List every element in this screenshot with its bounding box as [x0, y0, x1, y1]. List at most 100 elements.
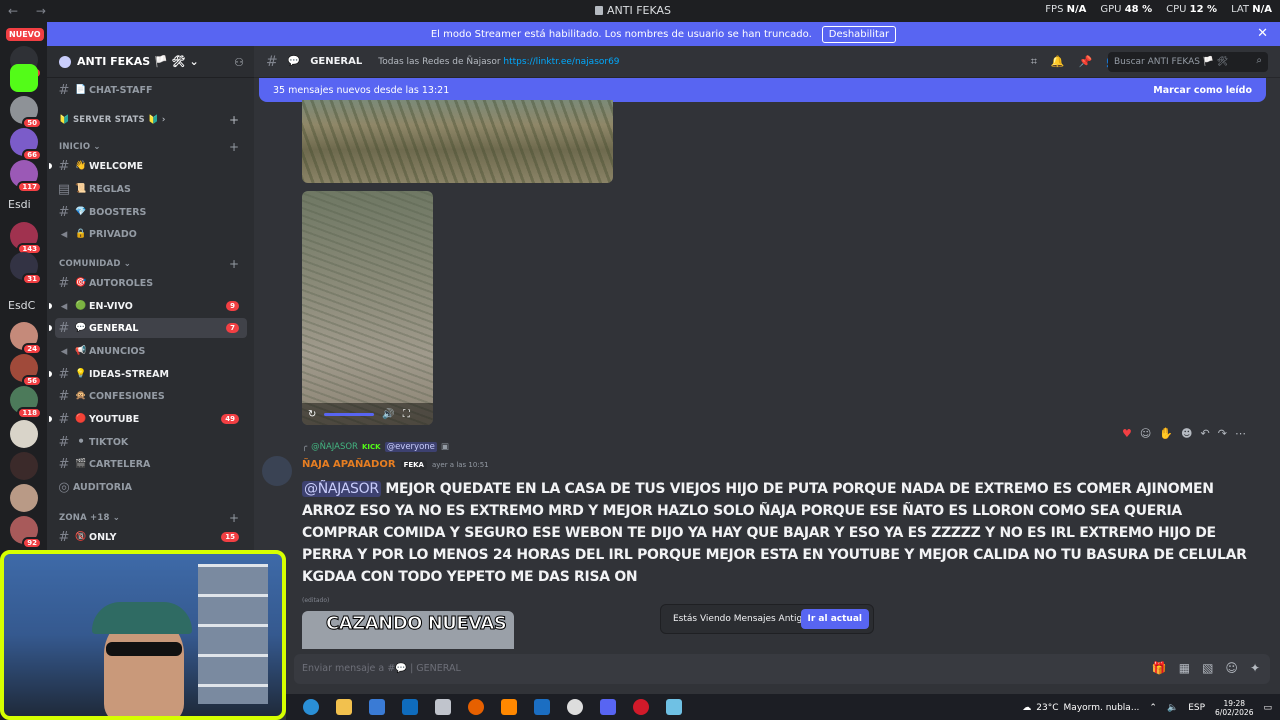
server-icon[interactable]: [10, 420, 38, 448]
clock[interactable]: 19:28 6/02/2026: [1215, 699, 1253, 717]
language-indicator[interactable]: ESP: [1188, 703, 1205, 713]
jump-to-present-button[interactable]: Ir al actual: [800, 609, 869, 629]
mark-as-read-button[interactable]: Marcar como leído: [1153, 85, 1252, 96]
pin-icon[interactable]: 📌: [1079, 55, 1093, 69]
add-channel-icon[interactable]: +: [229, 511, 239, 525]
reply-preview[interactable]: ╭ @ÑAJASOR KICK @everyone ▣: [302, 442, 449, 452]
server-header[interactable]: ANTI FEKAS 🏳️ 🛠 ⌄ ⚇: [47, 46, 254, 78]
channel-topic-link[interactable]: https://linktr.ee/najasor69: [503, 57, 619, 67]
channel-privado[interactable]: ◂ 🔒 PRIVADO: [55, 224, 247, 244]
channel-only[interactable]: # 🔞 ONLY 15: [55, 527, 247, 547]
server-icon[interactable]: 143: [10, 222, 42, 255]
reply-author[interactable]: @ÑAJASOR: [311, 442, 358, 452]
store-icon[interactable]: [369, 699, 385, 715]
message-input[interactable]: Enviar mensaje a #💬 | GENERAL 🎁 ▦ ▧ ☺ ✦: [294, 654, 1270, 684]
server-icon[interactable]: 92: [10, 516, 42, 549]
channel-general[interactable]: # 💬 GENERAL 7: [49, 318, 247, 338]
add-channel-icon[interactable]: +: [229, 140, 239, 154]
notifications-icon[interactable]: ▭: [1263, 703, 1272, 713]
search-input[interactable]: Buscar ANTI FEKAS 🏳️ 🛠 ⌕: [1108, 52, 1268, 72]
add-channel-icon[interactable]: +: [229, 257, 239, 271]
replay-icon[interactable]: ↻: [308, 409, 316, 420]
server-icon[interactable]: 56: [10, 354, 42, 387]
gift-icon[interactable]: 🎁: [1152, 661, 1167, 675]
emoji-icon[interactable]: ☺: [1225, 661, 1238, 675]
opera-icon[interactable]: [633, 699, 649, 715]
category-inicio[interactable]: INICIO ⌄ +: [59, 140, 239, 154]
chat-icon: 💬: [287, 56, 301, 67]
server-icon[interactable]: [10, 484, 38, 512]
emoji-reaction-icon[interactable]: ☺: [1140, 427, 1151, 443]
server-icon[interactable]: 50: [10, 96, 42, 129]
channel-auditoria[interactable]: ◎ AUDITORIA: [55, 477, 247, 497]
volume-icon[interactable]: 🔊: [382, 409, 394, 420]
hand-reaction-icon[interactable]: ✋: [1159, 427, 1173, 443]
channel-welcome[interactable]: # 👋 WELCOME: [49, 156, 247, 176]
vlc-icon[interactable]: [501, 699, 517, 715]
channel-en-vivo[interactable]: ◂ 🟢 EN-VIVO 9: [49, 296, 247, 316]
outlook-icon[interactable]: [402, 699, 418, 715]
forward-icon[interactable]: ↷: [1218, 427, 1227, 443]
tray-chevron-icon[interactable]: ⌃: [1149, 703, 1157, 713]
heart-reaction-icon[interactable]: ♥: [1122, 427, 1132, 443]
attachment-video[interactable]: ↻ 🔊 ⛶: [302, 191, 433, 425]
server-icon[interactable]: 24: [10, 322, 42, 355]
server-icon[interactable]: [10, 452, 38, 480]
add-reaction-icon[interactable]: ☻: [1181, 427, 1192, 443]
channel-boosters[interactable]: # 💎 BOOSTERS: [55, 202, 247, 222]
stat-fps-label: FPS: [1045, 4, 1064, 15]
server-label[interactable]: Esdi: [8, 198, 31, 211]
channel-ideas-stream[interactable]: # 💡 IDEAS-STREAM: [49, 364, 247, 384]
forward-arrow-icon[interactable]: →: [36, 4, 46, 18]
disable-streamer-button[interactable]: Deshabilitar: [821, 25, 897, 43]
add-member-icon[interactable]: ⚇: [234, 56, 244, 69]
channel-tiktok[interactable]: # ⚫ TIKTOK: [55, 432, 247, 452]
channel-youtube[interactable]: # 🔴 YOUTUBE 49: [49, 409, 247, 429]
kick-server-icon[interactable]: [10, 64, 38, 92]
avatar[interactable]: [262, 456, 292, 486]
threads-icon[interactable]: ⌗: [1031, 55, 1037, 69]
category-server-stats[interactable]: 🔰 SERVER STATS 🔰 › +: [59, 113, 239, 127]
steam-icon[interactable]: [534, 699, 550, 715]
fullscreen-icon[interactable]: ⛶: [403, 409, 410, 420]
category-label: ZONA +18: [59, 513, 110, 523]
obs-icon[interactable]: [567, 699, 583, 715]
server-icon[interactable]: 118: [10, 386, 42, 419]
channel-cartelera[interactable]: # 🎬 CARTELERA: [55, 454, 247, 474]
add-channel-icon[interactable]: +: [229, 113, 239, 127]
attachment-image[interactable]: CAZANDO NUEVAS: [302, 611, 514, 649]
server-icon[interactable]: 117: [10, 160, 42, 193]
channel-confesiones[interactable]: # 🙊 CONFESIONES: [55, 386, 247, 406]
app-icon[interactable]: [666, 699, 682, 715]
gif-icon[interactable]: ▦: [1179, 661, 1190, 675]
channel-topic: Todas las Redes de Ñajasor https://linkt…: [378, 57, 619, 67]
category-comunidad[interactable]: COMUNIDAD ⌄ +: [59, 257, 239, 271]
channel-reglas[interactable]: ▤ 📜 REGLAS: [55, 179, 247, 199]
server-icon[interactable]: 66: [10, 128, 42, 161]
user-mention[interactable]: @ÑAJASOR: [302, 481, 381, 497]
category-zona[interactable]: ZONA +18 ⌄ +: [59, 511, 239, 525]
sticker-icon[interactable]: ▧: [1202, 661, 1213, 675]
edge-icon[interactable]: [303, 699, 319, 715]
folder-icon[interactable]: [336, 699, 352, 715]
server-label[interactable]: EsdC: [8, 299, 35, 312]
channel-chat-staff[interactable]: # 📄 CHAT-STAFF: [55, 80, 247, 100]
back-arrow-icon[interactable]: ←: [8, 4, 18, 18]
new-messages-bar[interactable]: 35 mensajes nuevos desde las 13:21 Marca…: [259, 78, 1266, 102]
discord-icon[interactable]: [600, 699, 616, 715]
channel-anuncios[interactable]: ◂ 📢 ANUNCIOS: [55, 341, 247, 361]
author-name[interactable]: ÑAJA APAÑADOR: [302, 459, 396, 470]
apps-icon[interactable]: ✦: [1250, 661, 1260, 675]
bell-icon[interactable]: 🔔: [1051, 55, 1065, 69]
video-progress[interactable]: [324, 412, 375, 416]
attachment-image[interactable]: [302, 100, 613, 183]
channel-autoroles[interactable]: # 🎯 AUTOROLES: [55, 273, 247, 293]
firefox-icon[interactable]: [468, 699, 484, 715]
more-icon[interactable]: ⋯: [1235, 427, 1246, 443]
volume-tray-icon[interactable]: 🔈: [1167, 703, 1178, 713]
reply-icon[interactable]: ↶: [1201, 427, 1210, 443]
close-icon[interactable]: ✕: [1257, 26, 1268, 41]
server-icon[interactable]: 31: [10, 252, 42, 285]
weather-widget[interactable]: ☁ 23°C Mayorm. nubla...: [1022, 703, 1139, 713]
app-icon[interactable]: [435, 699, 451, 715]
